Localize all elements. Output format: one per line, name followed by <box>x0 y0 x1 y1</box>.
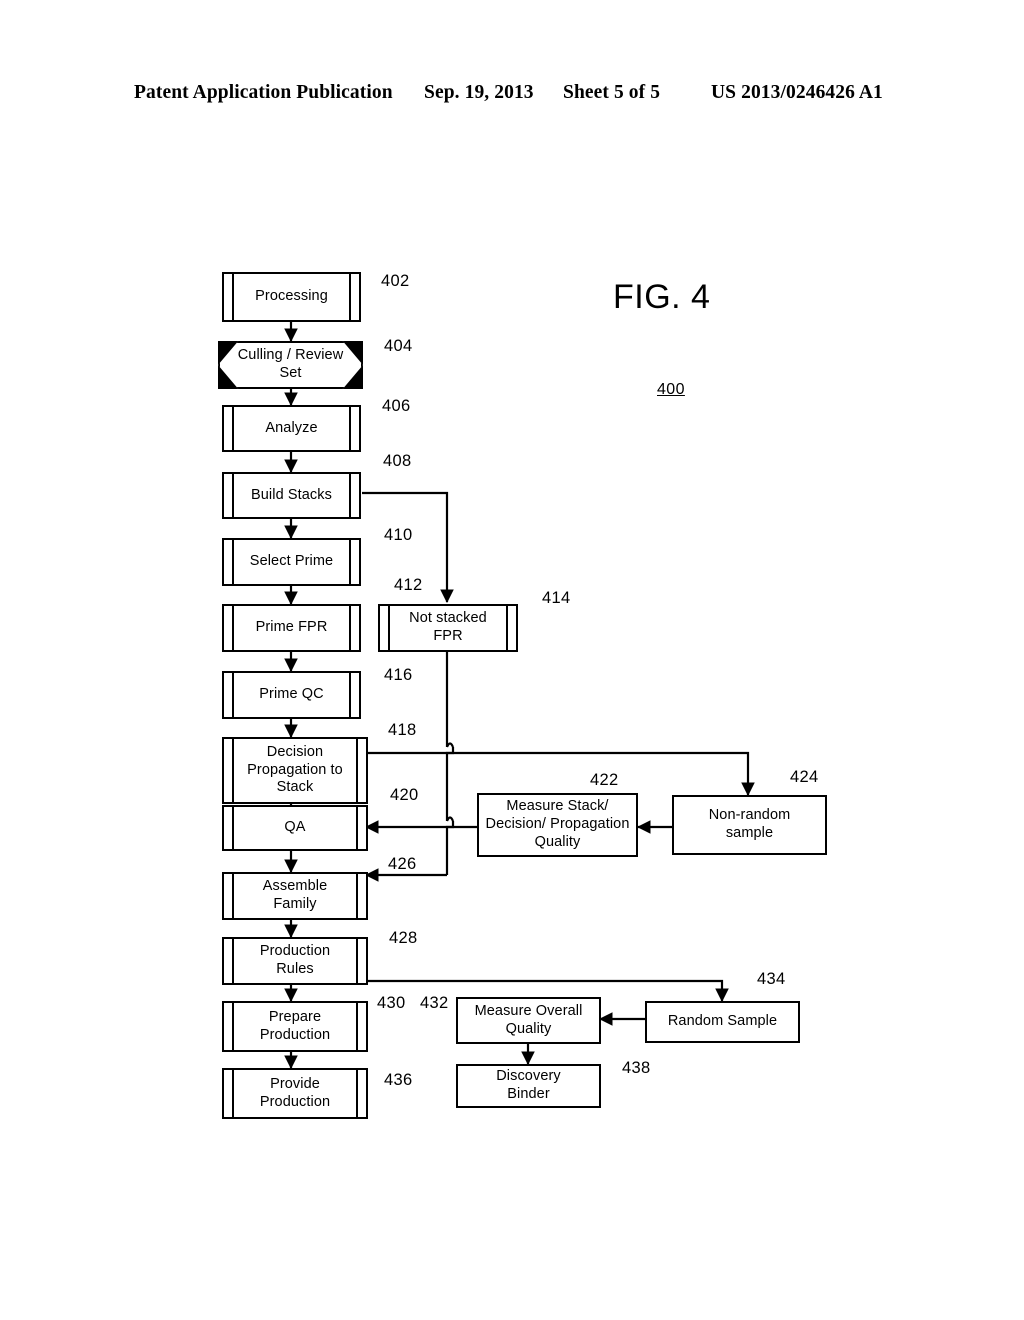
node-select-prime-label: Select Prime <box>249 553 334 570</box>
node-measure-stack-decision-propagation-quality[interactable]: Measure Stack/ Decision/ Propagation Qua… <box>477 793 638 857</box>
node-decision-propagation-to-stack-label: Decision Propagation to Stack <box>247 743 343 796</box>
node-analyze-label: Analyze <box>265 419 318 436</box>
ref-414: 414 <box>542 589 571 607</box>
node-assemble-family[interactable]: Assemble Family <box>222 872 368 920</box>
node-prepare-production[interactable]: Prepare Production <box>222 1001 368 1052</box>
node-discovery-binder-label: Discovery Binder <box>496 1068 561 1102</box>
node-processing-label: Processing <box>255 288 328 305</box>
ref-416: 416 <box>384 666 413 684</box>
node-prime-qc-label: Prime QC <box>259 686 324 703</box>
node-build-stacks[interactable]: Build Stacks <box>222 472 361 519</box>
node-assemble-family-label: Assemble Family <box>262 878 328 912</box>
node-qa[interactable]: QA <box>222 805 368 851</box>
ref-402: 402 <box>381 272 410 290</box>
node-not-stacked-fpr[interactable]: Not stacked FPR <box>378 604 518 652</box>
node-measure-overall-quality-label: Measure Overall Quality <box>474 1002 583 1037</box>
node-production-rules[interactable]: Production Rules <box>222 937 368 985</box>
node-measure-stack-decision-propagation-quality-label: Measure Stack/ Decision/ Propagation Qua… <box>485 798 630 850</box>
figure-reference-numeral: 400 <box>657 381 685 398</box>
ref-436: 436 <box>384 1071 413 1089</box>
node-provide-production[interactable]: Provide Production <box>222 1068 368 1119</box>
node-provide-production-label: Provide Production <box>259 1075 331 1110</box>
node-non-random-sample[interactable]: Non-random sample <box>672 795 827 855</box>
node-production-rules-label: Production Rules <box>259 943 331 977</box>
ref-408: 408 <box>383 452 412 470</box>
ref-410: 410 <box>384 526 413 544</box>
node-not-stacked-fpr-label: Not stacked FPR <box>409 610 487 644</box>
node-non-random-sample-label: Non-random sample <box>708 807 791 841</box>
node-random-sample-label: Random Sample <box>667 1013 778 1030</box>
ref-432: 432 <box>420 994 449 1012</box>
node-build-stacks-label: Build Stacks <box>251 486 332 503</box>
ref-422: 422 <box>590 771 619 789</box>
node-culling-review-set-label: Culling / Review Set <box>237 347 344 381</box>
node-processing[interactable]: Processing <box>222 272 361 322</box>
figure-title: FIG. 4 <box>613 278 711 316</box>
node-analyze[interactable]: Analyze <box>222 405 361 452</box>
node-prime-fpr[interactable]: Prime FPR <box>222 604 361 652</box>
node-decision-propagation-to-stack[interactable]: Decision Propagation to Stack <box>222 737 368 804</box>
ref-404: 404 <box>384 337 413 355</box>
ref-434: 434 <box>757 970 786 988</box>
ref-420: 420 <box>390 786 419 804</box>
node-culling-review-set[interactable]: Culling / Review Set <box>218 341 363 389</box>
node-prepare-production-label: Prepare Production <box>259 1008 331 1043</box>
node-select-prime[interactable]: Select Prime <box>222 538 361 586</box>
node-measure-overall-quality[interactable]: Measure Overall Quality <box>456 997 601 1044</box>
ref-438: 438 <box>622 1059 651 1077</box>
node-qa-label: QA <box>284 819 306 836</box>
ref-424: 424 <box>790 768 819 786</box>
node-discovery-binder[interactable]: Discovery Binder <box>456 1064 601 1108</box>
ref-428: 428 <box>389 929 418 947</box>
ref-418: 418 <box>388 721 417 739</box>
ref-412: 412 <box>394 576 423 594</box>
ref-406: 406 <box>382 397 411 415</box>
flowchart-connectors <box>284 322 755 1070</box>
node-prime-fpr-label: Prime FPR <box>255 619 328 636</box>
node-random-sample[interactable]: Random Sample <box>645 1001 800 1043</box>
figure-4-flowchart: FIG. 4 400 Processing 402 Culling / Revi… <box>0 0 1024 1320</box>
ref-426: 426 <box>388 855 417 873</box>
ref-430: 430 <box>377 994 406 1012</box>
node-prime-qc[interactable]: Prime QC <box>222 671 361 719</box>
